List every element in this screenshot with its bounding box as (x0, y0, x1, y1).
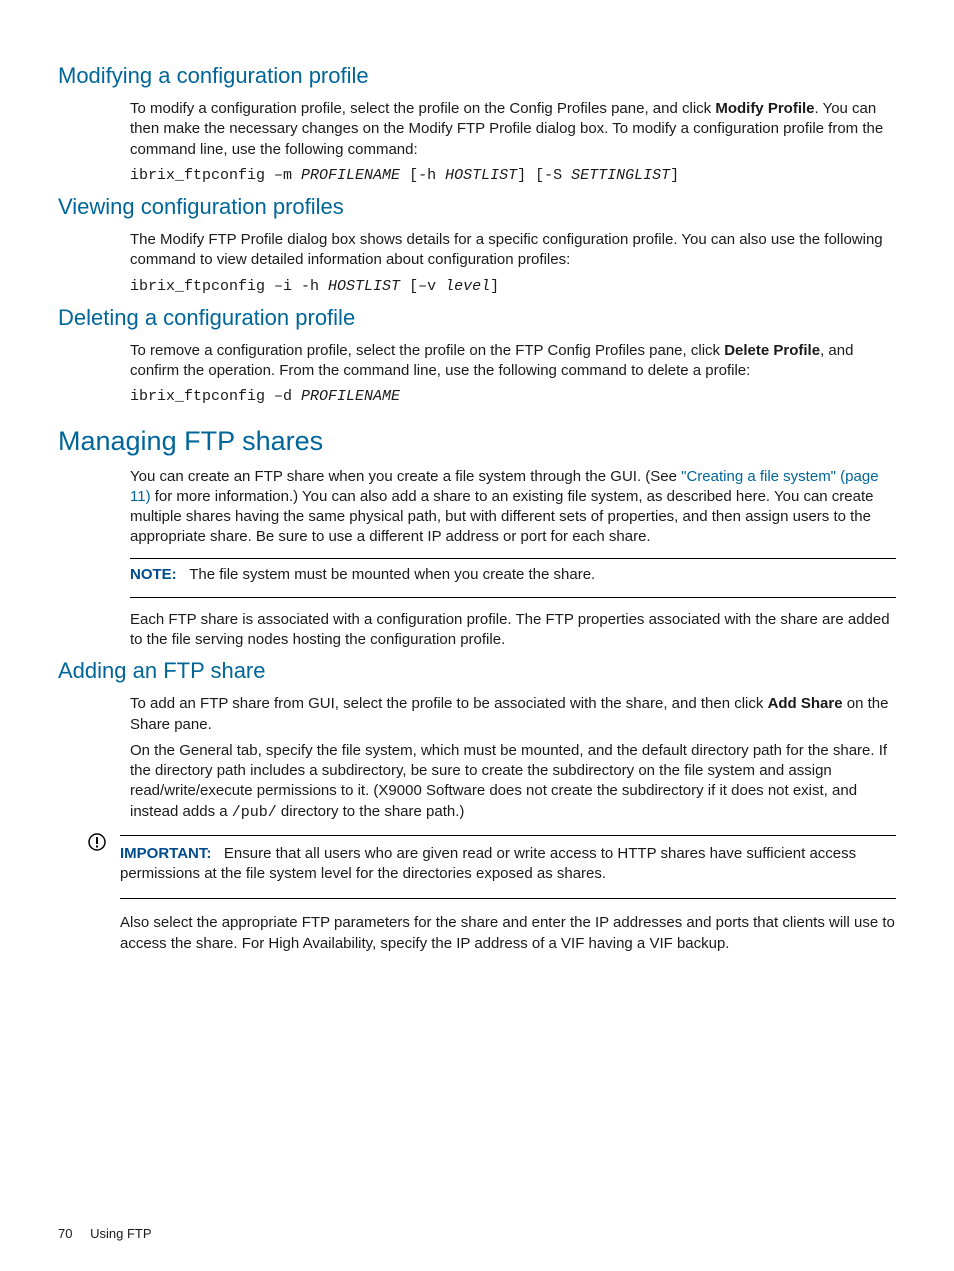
cmd-arg: SETTINGLIST (571, 167, 670, 184)
important-text: IMPORTANT: Ensure that all users who are… (120, 844, 896, 885)
paragraph: To remove a configuration profile, selec… (130, 341, 896, 382)
text: for more information.) You can also add … (130, 488, 874, 546)
heading-modifying: Modifying a configuration profile (58, 63, 896, 89)
section-adding-body: To add an FTP share from GUI, select the… (130, 694, 896, 823)
mono-text: /pub/ (232, 804, 277, 821)
page-footer: 70 Using FTP (58, 1226, 152, 1241)
cmd-text: ibrix_ftpconfig –m (130, 167, 301, 184)
text: To modify a configuration profile, selec… (130, 100, 715, 117)
text: Ensure that all users who are given read… (120, 845, 856, 882)
section-managing-body: You can create an FTP share when you cre… (130, 467, 896, 651)
heading-viewing: Viewing configuration profiles (58, 194, 896, 220)
text: To remove a configuration profile, selec… (130, 342, 724, 359)
important-box: IMPORTANT: Ensure that all users who are… (120, 835, 896, 900)
cmd-text: ibrix_ftpconfig –i -h (130, 278, 328, 295)
cmd-arg: level (445, 278, 490, 295)
bold-text: Add Share (768, 695, 843, 712)
note-text: NOTE: The file system must be mounted wh… (130, 565, 896, 585)
important-label: IMPORTANT: (120, 845, 211, 862)
section-modifying-body: To modify a configuration profile, selec… (130, 99, 896, 186)
text: The file system must be mounted when you… (189, 566, 595, 583)
paragraph: The Modify FTP Profile dialog box shows … (130, 230, 896, 271)
command-line: ibrix_ftpconfig –d PROFILENAME (130, 387, 896, 407)
page-number: 70 (58, 1226, 72, 1241)
cmd-arg: HOSTLIST (328, 278, 400, 295)
heading-managing: Managing FTP shares (58, 426, 896, 457)
paragraph: Also select the appropriate FTP paramete… (120, 913, 896, 954)
paragraph: Each FTP share is associated with a conf… (130, 610, 896, 651)
command-line: ibrix_ftpconfig –m PROFILENAME [-h HOSTL… (130, 166, 896, 186)
note-box: NOTE: The file system must be mounted wh… (130, 558, 896, 598)
paragraph: You can create an FTP share when you cre… (130, 467, 896, 548)
important-icon (88, 833, 106, 855)
text: directory to the share path.) (277, 803, 465, 820)
important-callout: IMPORTANT: Ensure that all users who are… (88, 829, 896, 960)
paragraph: To add an FTP share from GUI, select the… (130, 694, 896, 735)
chapter-name: Using FTP (90, 1226, 151, 1241)
command-line: ibrix_ftpconfig –i -h HOSTLIST [–v level… (130, 277, 896, 297)
cmd-arg: PROFILENAME (301, 167, 400, 184)
section-viewing-body: The Modify FTP Profile dialog box shows … (130, 230, 896, 297)
paragraph: On the General tab, specify the file sys… (130, 741, 896, 823)
bold-text: Modify Profile (715, 100, 814, 117)
cmd-text: ] (670, 167, 679, 184)
cmd-text: ] [-S (517, 167, 571, 184)
heading-deleting: Deleting a configuration profile (58, 305, 896, 331)
text: To add an FTP share from GUI, select the… (130, 695, 768, 712)
cmd-text: [–v (400, 278, 445, 295)
section-deleting-body: To remove a configuration profile, selec… (130, 341, 896, 408)
paragraph: To modify a configuration profile, selec… (130, 99, 896, 160)
document-page: Modifying a configuration profile To mod… (0, 0, 954, 1271)
heading-adding: Adding an FTP share (58, 658, 896, 684)
cmd-arg: HOSTLIST (445, 167, 517, 184)
text: You can create an FTP share when you cre… (130, 468, 681, 485)
cmd-text: ] (490, 278, 499, 295)
bold-text: Delete Profile (724, 342, 820, 359)
note-label: NOTE: (130, 566, 177, 583)
cmd-arg: PROFILENAME (301, 388, 400, 405)
cmd-text: ibrix_ftpconfig –d (130, 388, 301, 405)
cmd-text: [-h (400, 167, 445, 184)
